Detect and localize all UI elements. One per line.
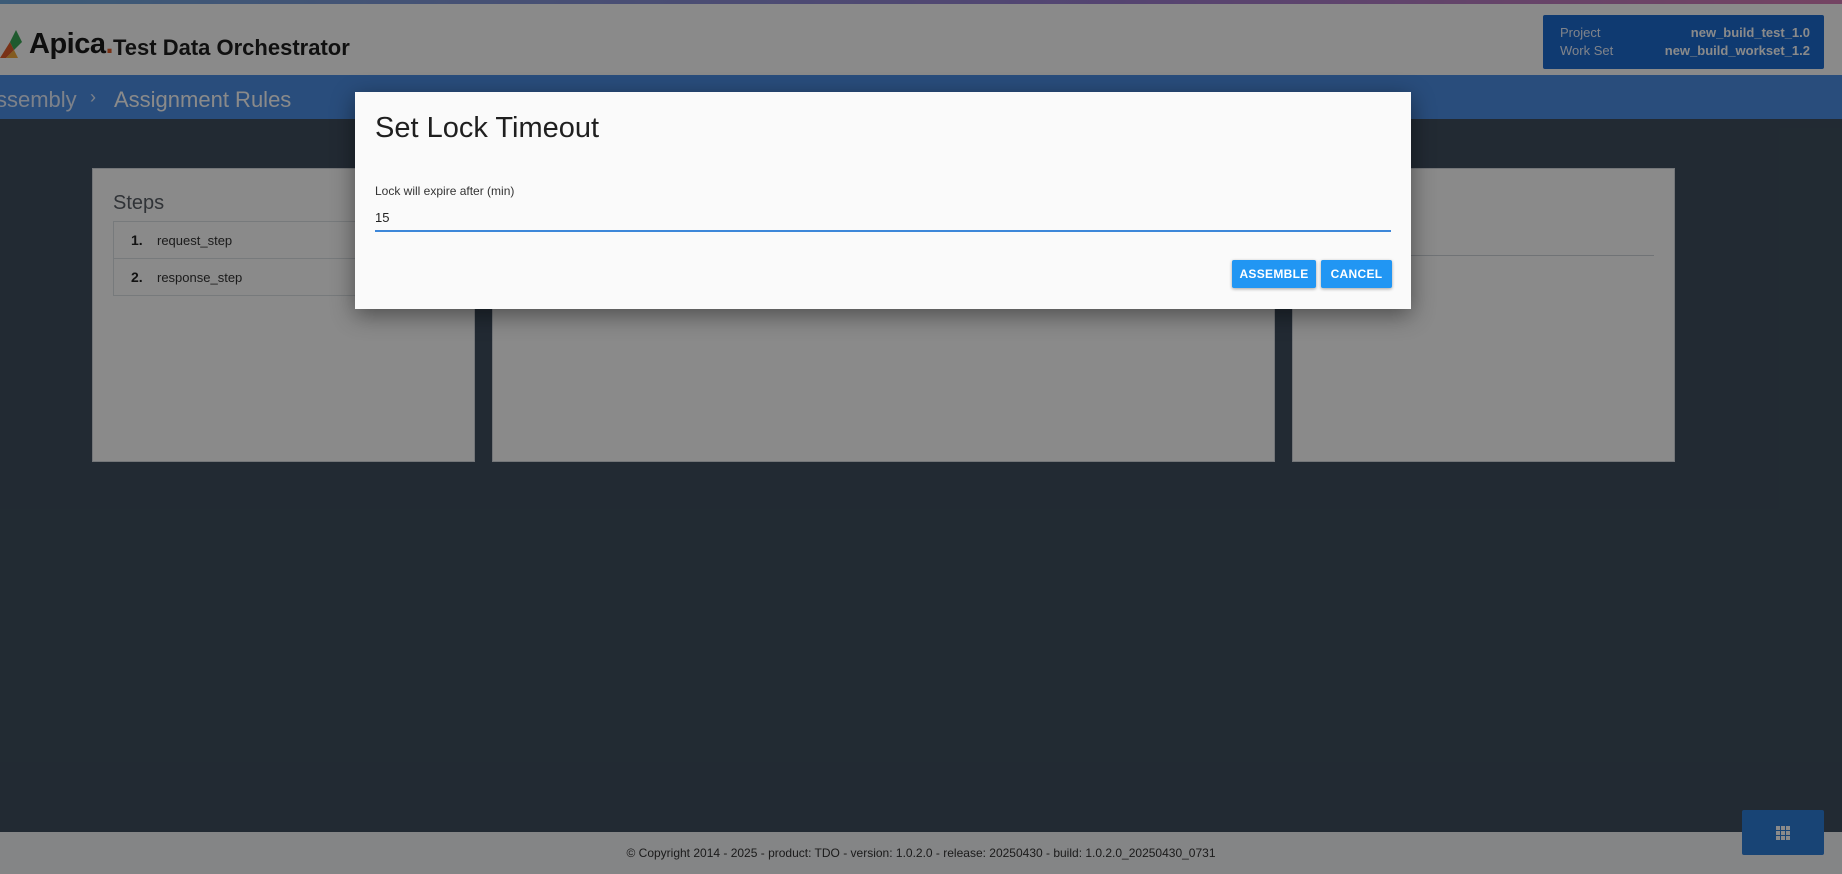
set-lock-timeout-dialog: Set Lock Timeout Lock will expire after … (355, 92, 1411, 309)
dialog-title: Set Lock Timeout (375, 112, 600, 144)
assemble-button[interactable]: ASSEMBLE (1232, 260, 1316, 288)
cancel-button[interactable]: CANCEL (1321, 260, 1392, 288)
lock-timeout-input[interactable] (375, 204, 1391, 232)
lock-timeout-label: Lock will expire after (min) (375, 184, 515, 198)
